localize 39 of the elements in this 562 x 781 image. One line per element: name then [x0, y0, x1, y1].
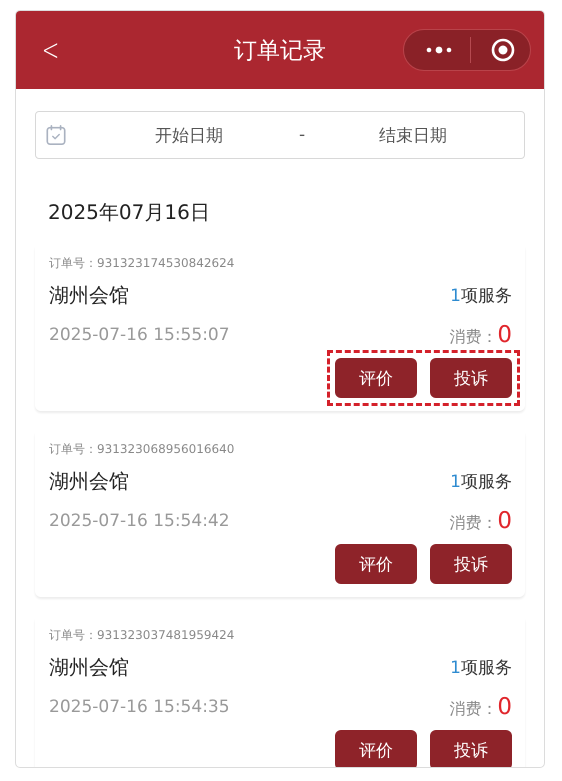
order-number: 订单号：931323174530842624 [49, 255, 236, 272]
rate-button[interactable]: 评价 [335, 544, 417, 584]
date-range-field[interactable]: 开始日期 - 结束日期 [35, 111, 525, 159]
complaint-button[interactable]: 投诉 [430, 358, 512, 398]
service-count: 1 [450, 658, 461, 678]
complaint-button[interactable]: 投诉 [430, 544, 512, 584]
fee-amount: 0 [497, 508, 512, 534]
date-separator: - [299, 125, 306, 145]
order-number: 订单号：931323068956016640 [49, 441, 236, 458]
service-label: 项服务 [461, 658, 512, 678]
page-title: 订单记录 [233, 36, 327, 66]
service-label: 项服务 [461, 472, 512, 492]
fee-amount: 0 [497, 694, 512, 720]
start-date-placeholder: 开始日期 [155, 124, 223, 146]
fee-label: 消费： [449, 699, 498, 718]
venue-name: 湖州会馆 [49, 654, 129, 680]
calendar-icon [45, 124, 67, 146]
order-number: 订单号：931323037481959424 [49, 627, 236, 644]
service-count: 1 [450, 286, 461, 306]
service-count: 1 [450, 472, 461, 492]
venue-name: 湖州会馆 [49, 282, 129, 308]
order-card[interactable]: 订单号：931323068956016640 湖州会馆 1项服务 2025-07-16 15:54:42 消费：0 评价 投诉 [35, 429, 525, 597]
date-heading: 2025年07月16日 [47, 199, 211, 226]
complaint-button[interactable]: 投诉 [430, 730, 512, 767]
order-time: 2025-07-16 15:55:07 [49, 325, 230, 345]
order-time: 2025-07-16 15:54:42 [49, 511, 230, 531]
service-label: 项服务 [461, 286, 512, 306]
rate-button[interactable]: 评价 [335, 358, 417, 398]
fee-amount: 0 [497, 322, 512, 348]
fee-label: 消费： [449, 513, 498, 532]
order-time: 2025-07-16 15:54:35 [49, 697, 230, 717]
back-button[interactable]: < [38, 32, 64, 68]
more-icon[interactable] [426, 46, 452, 54]
order-card[interactable]: 订单号：931323174530842624 湖州会馆 1项服务 2025-07-16 15:55:07 消费：0 评价 投诉 [35, 243, 525, 411]
order-card[interactable]: 订单号：931323037481959424 湖州会馆 1项服务 2025-07-16 15:54:35 消费：0 评价 投诉 [35, 615, 525, 767]
rate-button[interactable]: 评价 [335, 730, 417, 767]
fee-label: 消费： [449, 327, 498, 346]
end-date-placeholder: 结束日期 [379, 124, 448, 146]
venue-name: 湖州会馆 [49, 468, 129, 494]
